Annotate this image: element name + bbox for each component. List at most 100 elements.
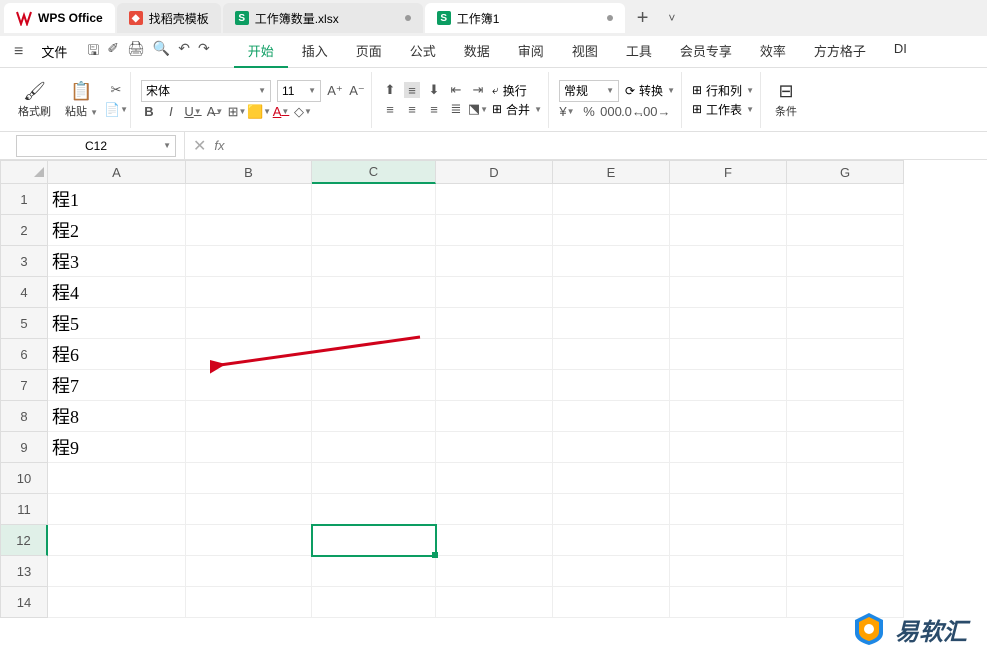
bold-icon[interactable]: B <box>141 104 157 120</box>
cell-G10[interactable] <box>787 463 904 494</box>
col-header-G[interactable]: G <box>787 160 904 184</box>
cell-G12[interactable] <box>787 525 904 556</box>
cell-C13[interactable] <box>312 556 436 587</box>
cell-F1[interactable] <box>670 184 787 215</box>
cell-B5[interactable] <box>186 308 312 339</box>
cell-A7[interactable]: 程7 <box>48 370 186 401</box>
align-right-icon[interactable]: ≡ <box>426 101 442 117</box>
menu-item-10[interactable]: 方方格子 <box>800 35 880 68</box>
cell-D14[interactable] <box>436 587 553 618</box>
cell-G11[interactable] <box>787 494 904 525</box>
cell-E4[interactable] <box>553 277 670 308</box>
cell-A13[interactable] <box>48 556 186 587</box>
cell-B11[interactable] <box>186 494 312 525</box>
font-color-icon[interactable]: A▼ <box>273 104 289 120</box>
cell-A6[interactable]: 程6 <box>48 339 186 370</box>
cell-A3[interactable]: 程3 <box>48 246 186 277</box>
row-header-1[interactable]: 1 <box>0 184 48 215</box>
cell-B12[interactable] <box>186 525 312 556</box>
align-left-icon[interactable]: ≡ <box>382 101 398 117</box>
cell-B8[interactable] <box>186 401 312 432</box>
cell-B4[interactable] <box>186 277 312 308</box>
cell-G2[interactable] <box>787 215 904 246</box>
cell-B13[interactable] <box>186 556 312 587</box>
conditional-format-button[interactable]: ⊟ 条件 <box>771 79 801 121</box>
cell-B7[interactable] <box>186 370 312 401</box>
col-header-D[interactable]: D <box>436 160 553 184</box>
print-icon[interactable]: 🖨 <box>127 40 145 64</box>
underline-icon[interactable]: U▼ <box>185 104 201 120</box>
save-icon[interactable]: 🖫 <box>87 40 99 64</box>
cell-B9[interactable] <box>186 432 312 463</box>
worksheet-button[interactable]: ⊞ 工作表▼ <box>692 101 754 118</box>
copy-icon[interactable]: 📄▼ <box>108 102 124 118</box>
cell-E10[interactable] <box>553 463 670 494</box>
file-menu[interactable]: 文件 <box>33 42 75 61</box>
cell-F14[interactable] <box>670 587 787 618</box>
doc-tab-2[interactable]: S 工作簿1 <box>425 3 625 33</box>
increase-font-icon[interactable]: A⁺ <box>327 83 343 99</box>
cell-D5[interactable] <box>436 308 553 339</box>
cancel-icon[interactable]: ✕ <box>193 136 206 156</box>
cell-D8[interactable] <box>436 401 553 432</box>
font-size-select[interactable]: 11▼ <box>277 80 321 102</box>
cell-E8[interactable] <box>553 401 670 432</box>
cell-C7[interactable] <box>312 370 436 401</box>
font-name-select[interactable]: 宋体▼ <box>141 80 271 102</box>
cell-C5[interactable] <box>312 308 436 339</box>
cell-A4[interactable]: 程4 <box>48 277 186 308</box>
col-header-C[interactable]: C <box>312 160 436 184</box>
cell-D12[interactable] <box>436 525 553 556</box>
row-header-4[interactable]: 4 <box>0 277 48 308</box>
cell-E9[interactable] <box>553 432 670 463</box>
format-brush-button[interactable]: 🖌 格式刷 <box>14 79 55 121</box>
cell-A12[interactable] <box>48 525 186 556</box>
cell-C4[interactable] <box>312 277 436 308</box>
cut-icon[interactable]: ✂ <box>108 82 124 98</box>
cell-G9[interactable] <box>787 432 904 463</box>
paste-button[interactable]: 📋 粘贴 ▼ <box>61 79 102 121</box>
redo-icon[interactable]: ↷ <box>198 40 210 64</box>
cell-F13[interactable] <box>670 556 787 587</box>
cell-G7[interactable] <box>787 370 904 401</box>
template-tab[interactable]: ◆ 找稻壳模板 <box>117 3 221 33</box>
cell-G1[interactable] <box>787 184 904 215</box>
cell-E14[interactable] <box>553 587 670 618</box>
clear-format-icon[interactable]: ◇▼ <box>295 104 311 120</box>
cell-D1[interactable] <box>436 184 553 215</box>
cell-C3[interactable] <box>312 246 436 277</box>
row-header-6[interactable]: 6 <box>0 339 48 370</box>
cell-A11[interactable] <box>48 494 186 525</box>
cell-E2[interactable] <box>553 215 670 246</box>
cell-E5[interactable] <box>553 308 670 339</box>
convert-button[interactable]: ⟳ 转换▼ <box>625 82 675 99</box>
cell-A1[interactable]: 程1 <box>48 184 186 215</box>
cell-B14[interactable] <box>186 587 312 618</box>
preview-icon[interactable]: 🔍 <box>153 40 170 64</box>
cell-F6[interactable] <box>670 339 787 370</box>
name-box[interactable]: C12 ▼ <box>16 135 176 157</box>
merge-button[interactable]: ⊞ 合并▼ <box>492 101 542 118</box>
menu-item-8[interactable]: 会员专享 <box>666 35 746 68</box>
cell-E13[interactable] <box>553 556 670 587</box>
cell-D9[interactable] <box>436 432 553 463</box>
menu-item-1[interactable]: 插入 <box>288 35 342 68</box>
row-header-7[interactable]: 7 <box>0 370 48 401</box>
cell-C1[interactable] <box>312 184 436 215</box>
menu-item-6[interactable]: 视图 <box>558 35 612 68</box>
row-header-13[interactable]: 13 <box>0 556 48 587</box>
increase-indent-icon[interactable]: ⇥ <box>470 82 486 98</box>
row-header-10[interactable]: 10 <box>0 463 48 494</box>
new-tab-button[interactable]: + <box>627 7 659 30</box>
cell-C12[interactable] <box>312 525 436 556</box>
export-icon[interactable]: ✐ <box>107 40 119 64</box>
cell-D7[interactable] <box>436 370 553 401</box>
cell-G5[interactable] <box>787 308 904 339</box>
cell-D3[interactable] <box>436 246 553 277</box>
row-header-11[interactable]: 11 <box>0 494 48 525</box>
row-header-8[interactable]: 8 <box>0 401 48 432</box>
cell-F10[interactable] <box>670 463 787 494</box>
cell-A8[interactable]: 程8 <box>48 401 186 432</box>
fx-icon[interactable]: fx <box>214 138 224 153</box>
cell-A14[interactable] <box>48 587 186 618</box>
